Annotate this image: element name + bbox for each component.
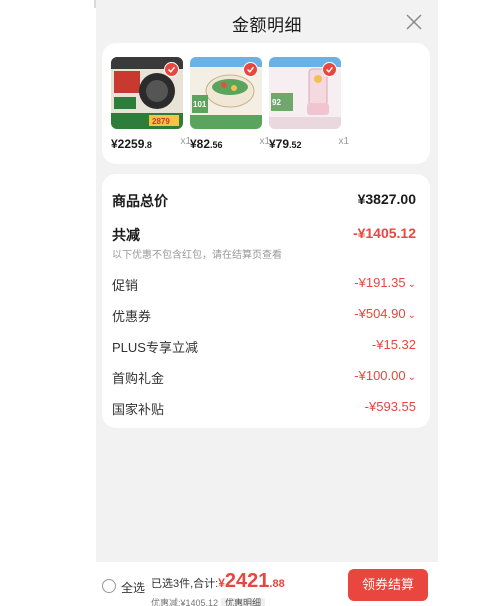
close-icon[interactable]	[404, 12, 424, 32]
plus-value: -¥15.32	[371, 337, 416, 352]
subtotal-value: ¥3827.00	[357, 191, 416, 207]
sheet-header: 金额明细	[96, 0, 438, 44]
discount-line: 优惠减:¥1405.12 优惠明细	[151, 593, 266, 606]
reduction-label: 共减	[112, 227, 140, 243]
first-purchase-value: -¥100.00 ⌄	[354, 368, 416, 383]
total-line: 已选3件,合计:¥2421.88	[151, 570, 285, 593]
selected-check-icon	[164, 62, 179, 77]
discount-note: 以下优惠不包含红包，请在结算页查看	[112, 250, 282, 261]
product-price: ¥2259	[111, 137, 145, 151]
promo-label: 促销	[112, 278, 139, 293]
sheet-title: 金额明细	[232, 16, 302, 35]
subtotal-label: 商品总价	[112, 193, 168, 209]
subsidy-value: -¥593.55	[364, 399, 416, 414]
total-currency: ¥	[218, 576, 225, 590]
promo-value: -¥191.35 ⌄	[354, 275, 416, 290]
amount-detail-sheet: 金额明细 2879 ¥2259.8 x1 101 ¥82.56 x1 92 ¥7…	[96, 0, 438, 606]
coupon-label: 优惠券	[112, 309, 152, 324]
selected-check-icon	[243, 62, 258, 77]
reduction-value: -¥1405.12	[352, 225, 416, 241]
product-thumbnail[interactable]: 2879	[111, 57, 183, 129]
total-amount: 2421	[224, 570, 270, 592]
select-all-radio[interactable]	[102, 579, 116, 593]
selected-check-icon	[322, 62, 337, 77]
product-quantity: x1	[338, 136, 349, 147]
product-thumbnail[interactable]: 101	[190, 57, 262, 129]
discount-amount: 优惠减:¥1405.12	[151, 598, 219, 606]
total-amount-decimal: .88	[269, 578, 285, 590]
svg-text:2879: 2879	[152, 117, 170, 126]
chevron-down-icon: ⌄	[407, 372, 416, 383]
product-price-decimal: .52	[289, 140, 302, 150]
amount-detail-card: 商品总价 ¥3827.00 共减 -¥1405.12 以下优惠不包含红包，请在结…	[102, 174, 430, 428]
checkout-bar: 全选 已选3件,合计:¥2421.88 优惠减:¥1405.12 优惠明细 领券结…	[96, 562, 438, 606]
subsidy-label: 国家补贴	[112, 402, 165, 417]
discount-detail-tag[interactable]: 优惠明细	[221, 598, 266, 606]
product-item[interactable]: 2879 ¥2259.8 x1	[111, 57, 191, 151]
select-all-label[interactable]: 全选	[121, 579, 145, 596]
product-item[interactable]: 92 ¥79.52 x1	[269, 57, 349, 151]
products-card: 2879 ¥2259.8 x1 101 ¥82.56 x1 92 ¥79.52 …	[102, 43, 430, 164]
product-price-row: ¥82.56 x1	[190, 135, 270, 153]
selected-count: 已选3件,合计:	[151, 578, 219, 590]
product-price-row: ¥2259.8 x1	[111, 135, 191, 153]
product-price: ¥79	[269, 137, 290, 151]
product-thumbnail[interactable]: 92	[269, 57, 341, 129]
checkout-button[interactable]: 领券结算	[348, 569, 428, 601]
product-item[interactable]: 101 ¥82.56 x1	[190, 57, 270, 151]
chevron-down-icon: ⌄	[407, 279, 416, 290]
first-purchase-label: 首购礼金	[112, 371, 165, 386]
svg-text:92: 92	[272, 98, 281, 107]
svg-text:101: 101	[193, 100, 207, 109]
product-price-decimal: .8	[144, 140, 152, 150]
coupon-value: -¥504.90 ⌄	[354, 306, 416, 321]
product-price-decimal: .56	[210, 140, 223, 150]
product-price-row: ¥79.52 x1	[269, 135, 349, 153]
chevron-down-icon: ⌄	[407, 310, 416, 321]
plus-label: PLUS专享立减	[112, 340, 198, 355]
product-price: ¥82	[190, 137, 211, 151]
